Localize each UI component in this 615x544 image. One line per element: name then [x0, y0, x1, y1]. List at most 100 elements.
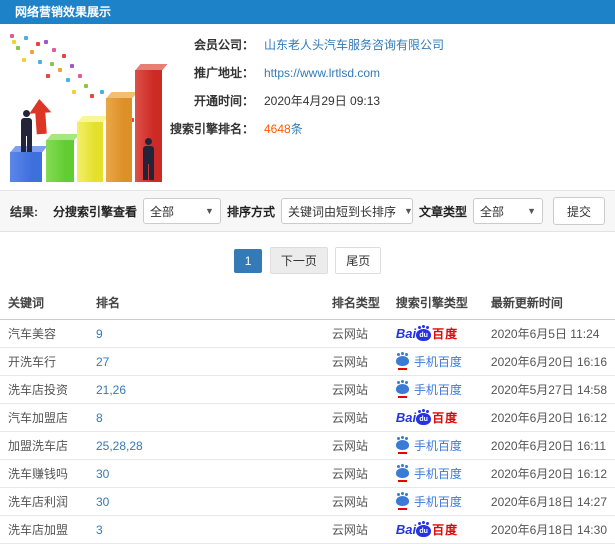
info-row-open-time: 开通时间： 2020年4月29日 09:13	[170, 94, 615, 109]
info-row-url: 推广地址： https://www.lrtlsd.com	[170, 66, 615, 81]
mobile-baidu-icon	[395, 436, 409, 454]
article-type-value: 全部	[479, 204, 504, 219]
submit-button[interactable]: 提交	[552, 197, 605, 225]
member-info-panel: 会员公司： 山东老人头汽车服务咨询有限公司 推广地址： https://www.…	[170, 24, 615, 190]
mobile-baidu-icon	[395, 464, 409, 482]
filters-group: 分搜索引擎查看 全部 ▼ 排序方式 关键词由短到长排序 ▼ 文章类型 全部 ▼ …	[53, 197, 605, 225]
rank-type-cell: 云网站	[323, 347, 388, 376]
rank-type-cell: 云网站	[323, 403, 388, 432]
rank-type-cell: 云网站	[323, 375, 388, 404]
col-header-updated: 最新更新时间	[482, 286, 615, 320]
rank-link[interactable]: 8	[96, 411, 103, 425]
rank-type-cell: 云网站	[323, 459, 388, 488]
rank-link[interactable]: 25,28,28	[96, 439, 143, 453]
open-time-label: 开通时间：	[193, 94, 254, 108]
mobile-baidu-logo: 手机百度	[395, 492, 462, 510]
rank-link[interactable]: 9	[96, 327, 103, 341]
sort-value: 关键词由短到长排序	[287, 204, 396, 219]
header-bar: 网络营销效果展示	[0, 0, 615, 24]
mobile-baidu-logo: 手机百度	[395, 380, 462, 398]
updated-cell: 2020年5月27日 14:58	[482, 375, 615, 404]
baidu-paw-icon: du	[416, 409, 432, 425]
keyword-cell: 汽车美容	[0, 319, 88, 348]
rank-link[interactable]: 21,26	[96, 383, 126, 397]
bar-orange	[106, 98, 132, 182]
keyword-cell: 开洗车行	[0, 347, 88, 376]
info-row-rank-count: 搜索引擎排名： 4648条	[170, 122, 615, 137]
keyword-rank-table: 关键词 排名 排名类型 搜索引擎类型 最新更新时间 汽车美容 9 云网站 Bai…	[0, 286, 615, 544]
table-row: 开洗车行 27 云网站 手机百度 2020年6月20日 16:16	[0, 347, 615, 376]
col-header-rank: 排名	[88, 286, 324, 320]
mobile-baidu-logo: 手机百度	[395, 436, 462, 454]
baidu-logo: Bai du 百度	[395, 409, 459, 425]
keyword-cell: 加盟洗车店	[0, 431, 88, 460]
baidu-paw-icon: du	[416, 521, 432, 537]
result-filter-bar: 结果: 分搜索引擎查看 全部 ▼ 排序方式 关键词由短到长排序 ▼ 文章类型 全…	[0, 190, 615, 232]
chevron-down-icon: ▼	[527, 206, 536, 216]
table-row: 汽车加盟店 8 云网站 Bai du 百度 2020年6月20日 16:12	[0, 403, 615, 432]
promo-url-link[interactable]: https://www.lrtlsd.com	[264, 66, 380, 81]
chevron-down-icon: ▼	[205, 206, 214, 216]
next-page-button[interactable]: 下一页	[269, 247, 328, 274]
updated-cell: 2020年6月5日 11:24	[482, 319, 615, 348]
bar-yellow	[77, 122, 103, 182]
sort-label: 排序方式	[226, 204, 275, 219]
table-row: 加盟洗车店 25,28,28 云网站 手机百度 2020年6月20日 16:11	[0, 431, 615, 460]
bar-green	[46, 140, 74, 182]
table-row: 洗车店利润 30 云网站 手机百度 2020年6月18日 14:27	[0, 487, 615, 516]
col-header-engine-type: 搜索引擎类型	[387, 286, 483, 320]
businessman-figure-right	[140, 138, 156, 180]
sort-select[interactable]: 关键词由短到长排序 ▼	[280, 198, 413, 224]
article-type-select[interactable]: 全部 ▼	[472, 198, 543, 224]
businessman-figure-left	[18, 110, 34, 152]
table-row: 洗车赚钱吗 30 云网站 手机百度 2020年6月20日 16:12	[0, 459, 615, 488]
mobile-baidu-logo: 手机百度	[395, 464, 462, 482]
keyword-cell: 汽车加盟店	[0, 403, 88, 432]
rank-link[interactable]: 3	[96, 523, 103, 537]
mobile-baidu-icon	[395, 352, 409, 370]
rank-type-cell: 云网站	[323, 319, 388, 348]
table-row: 洗车店投资 21,26 云网站 手机百度 2020年5月27日 14:58	[0, 375, 615, 404]
col-header-rank-type: 排名类型	[323, 286, 388, 320]
table-row: 汽车美容 9 云网站 Bai du 百度 2020年6月5日 11:24	[0, 319, 615, 348]
mobile-baidu-icon	[395, 492, 409, 510]
company-label: 会员公司：	[193, 38, 254, 52]
rank-count-label: 搜索引擎排名：	[170, 122, 255, 136]
table-header-row: 关键词 排名 排名类型 搜索引擎类型 最新更新时间	[0, 286, 615, 320]
last-page-button[interactable]: 尾页	[335, 247, 382, 274]
keyword-cell: 洗车店投资	[0, 375, 88, 404]
bar-blue	[10, 152, 42, 182]
engine-filter-value: 全部	[149, 204, 174, 219]
baidu-logo: Bai du 百度	[395, 521, 459, 537]
info-row-company: 会员公司： 山东老人头汽车服务咨询有限公司	[170, 38, 615, 53]
updated-cell: 2020年6月20日 16:16	[482, 347, 615, 376]
updated-cell: 2020年6月18日 14:27	[482, 487, 615, 516]
company-link[interactable]: 山东老人头汽车服务咨询有限公司	[264, 38, 444, 53]
rank-link[interactable]: 30	[96, 495, 109, 509]
updated-cell: 2020年6月20日 16:12	[482, 459, 615, 488]
page-title: 网络营销效果展示	[15, 5, 112, 19]
hero-section: 会员公司： 山东老人头汽车服务咨询有限公司 推广地址： https://www.…	[0, 24, 615, 190]
mobile-baidu-logo: 手机百度	[395, 352, 462, 370]
engine-filter-label: 分搜索引擎查看	[52, 204, 137, 219]
keyword-cell: 洗车赚钱吗	[0, 459, 88, 488]
page-1-button[interactable]: 1	[233, 249, 263, 273]
engine-filter-select[interactable]: 全部 ▼	[142, 198, 221, 224]
confetti-dots	[10, 34, 14, 38]
updated-cell: 2020年6月20日 16:12	[482, 403, 615, 432]
mobile-baidu-icon	[395, 380, 409, 398]
result-label: 结果:	[10, 204, 38, 219]
rank-count-value: 4648	[264, 122, 291, 136]
pagination: 1 下一页 尾页	[0, 247, 615, 274]
rank-type-cell: 云网站	[323, 431, 388, 460]
promo-url-label: 推广地址：	[193, 66, 254, 80]
baidu-paw-icon: du	[416, 325, 432, 341]
chevron-down-icon: ▼	[403, 206, 413, 216]
keyword-cell: 洗车店利润	[0, 487, 88, 516]
rank-link[interactable]: 27	[96, 355, 109, 369]
rank-link[interactable]: 30	[96, 467, 109, 481]
article-type-label: 文章类型	[418, 204, 467, 219]
baidu-logo: Bai du 百度	[395, 325, 459, 341]
rank-type-cell: 云网站	[323, 487, 388, 516]
open-time-value: 2020年4月29日 09:13	[264, 94, 381, 108]
